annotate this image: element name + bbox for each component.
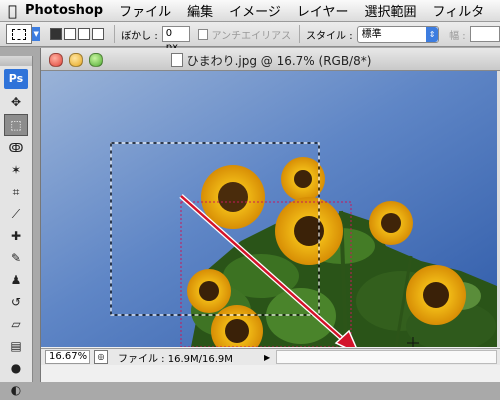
status-menu-icon[interactable]: ◎ — [94, 350, 108, 364]
crop-tool-icon[interactable]: ⌗ — [5, 182, 27, 202]
new-selection-button[interactable] — [50, 28, 63, 40]
chevron-updown-icon: ⇕ — [426, 26, 439, 42]
slice-tool-icon[interactable]: ⟋ — [5, 204, 27, 224]
file-info: ファイル : 16.9M/16.9M — [118, 353, 233, 365]
document-icon — [170, 53, 183, 67]
brush-tool-icon[interactable]: ✎ — [5, 248, 27, 268]
document-title-text: ひまわり.jpg @ 16.7% (RGB/8*) — [186, 54, 372, 68]
feather-label: ぼかし : — [121, 30, 158, 42]
blur-tool-icon[interactable]: ● — [5, 358, 27, 378]
divider — [114, 25, 116, 43]
antialias-checkbox[interactable] — [198, 28, 209, 40]
horizontal-scrollbar[interactable] — [276, 350, 497, 364]
menu-file[interactable]: ファイル — [119, 1, 171, 20]
add-selection-button[interactable] — [64, 28, 77, 40]
move-tool-icon[interactable]: ✥ — [5, 92, 27, 112]
menu-image[interactable]: イメージ — [229, 1, 281, 20]
toolbox: Ps ✥ ⬚ ↂ ✶ ⌗ ⟋ ✚ ✎ ♟ ↺ ▱ ▤ ● ◐ — [0, 56, 33, 397]
chevron-down-icon: ▼ — [32, 27, 41, 41]
gradient-tool-icon[interactable]: ▤ — [5, 336, 27, 356]
dodge-tool-icon[interactable]: ◐ — [5, 380, 27, 400]
intersect-selection-button[interactable] — [92, 28, 105, 40]
stamp-tool-icon[interactable]: ♟ — [5, 270, 27, 290]
menu-edit[interactable]: 編集 — [187, 1, 213, 20]
status-play-icon[interactable]: ▶ — [264, 353, 270, 362]
menu-bar:  Photoshop ファイル 編集 イメージ レイヤー 選択範囲 フィルタ … — [0, 0, 500, 22]
zoom-field[interactable]: 16.67% — [45, 350, 90, 364]
rect-marquee-tool-icon[interactable]: ⬚ — [4, 114, 28, 136]
menu-app[interactable]: Photoshop — [25, 3, 103, 18]
lasso-tool-icon[interactable]: ↂ — [5, 138, 27, 158]
healing-brush-tool-icon[interactable]: ✚ — [5, 226, 27, 246]
menu-filter[interactable]: フィルタ — [433, 1, 485, 20]
toolbox-header[interactable] — [0, 56, 32, 66]
style-select[interactable]: 標準 ⇕ — [356, 25, 440, 43]
status-bar: 16.67% ◎ ファイル : 16.9M/16.9M ▶ — [41, 348, 500, 365]
style-label: スタイル : — [306, 30, 353, 42]
antialias-label: アンチエイリアス — [211, 30, 292, 42]
magic-wand-tool-icon[interactable]: ✶ — [5, 160, 27, 180]
history-brush-tool-icon[interactable]: ↺ — [5, 292, 27, 312]
menu-layer[interactable]: レイヤー — [297, 1, 349, 20]
document-title: ひまわり.jpg @ 16.7% (RGB/8*) — [41, 52, 500, 69]
options-bar: ▼ ぼかし : 0 px アンチエイリアス スタイル : 標準 ⇕ 幅 : — [0, 22, 500, 53]
subtract-selection-button[interactable] — [78, 28, 91, 40]
document-titlebar[interactable]: ひまわり.jpg @ 16.7% (RGB/8*) — [41, 48, 500, 71]
tool-preset-picker[interactable]: ▼ — [6, 24, 41, 44]
sunflower-photo — [41, 71, 497, 347]
width-input[interactable] — [469, 26, 500, 42]
image-canvas[interactable] — [41, 71, 497, 347]
menu-select[interactable]: 選択範囲 — [365, 1, 417, 20]
ps-logo[interactable]: Ps — [4, 69, 28, 89]
style-value: 標準 — [361, 28, 382, 40]
width-label: 幅 : — [449, 30, 466, 42]
divider — [299, 25, 301, 43]
rect-marquee-icon — [12, 29, 26, 40]
document-window: ひまわり.jpg @ 16.7% (RGB/8*) 16.67% ◎ ファイル … — [40, 48, 500, 382]
feather-input[interactable]: 0 px — [161, 26, 191, 53]
eraser-tool-icon[interactable]: ▱ — [5, 314, 27, 334]
selection-mode-buttons — [50, 28, 106, 40]
apple-menu-icon[interactable]:  — [8, 2, 17, 20]
